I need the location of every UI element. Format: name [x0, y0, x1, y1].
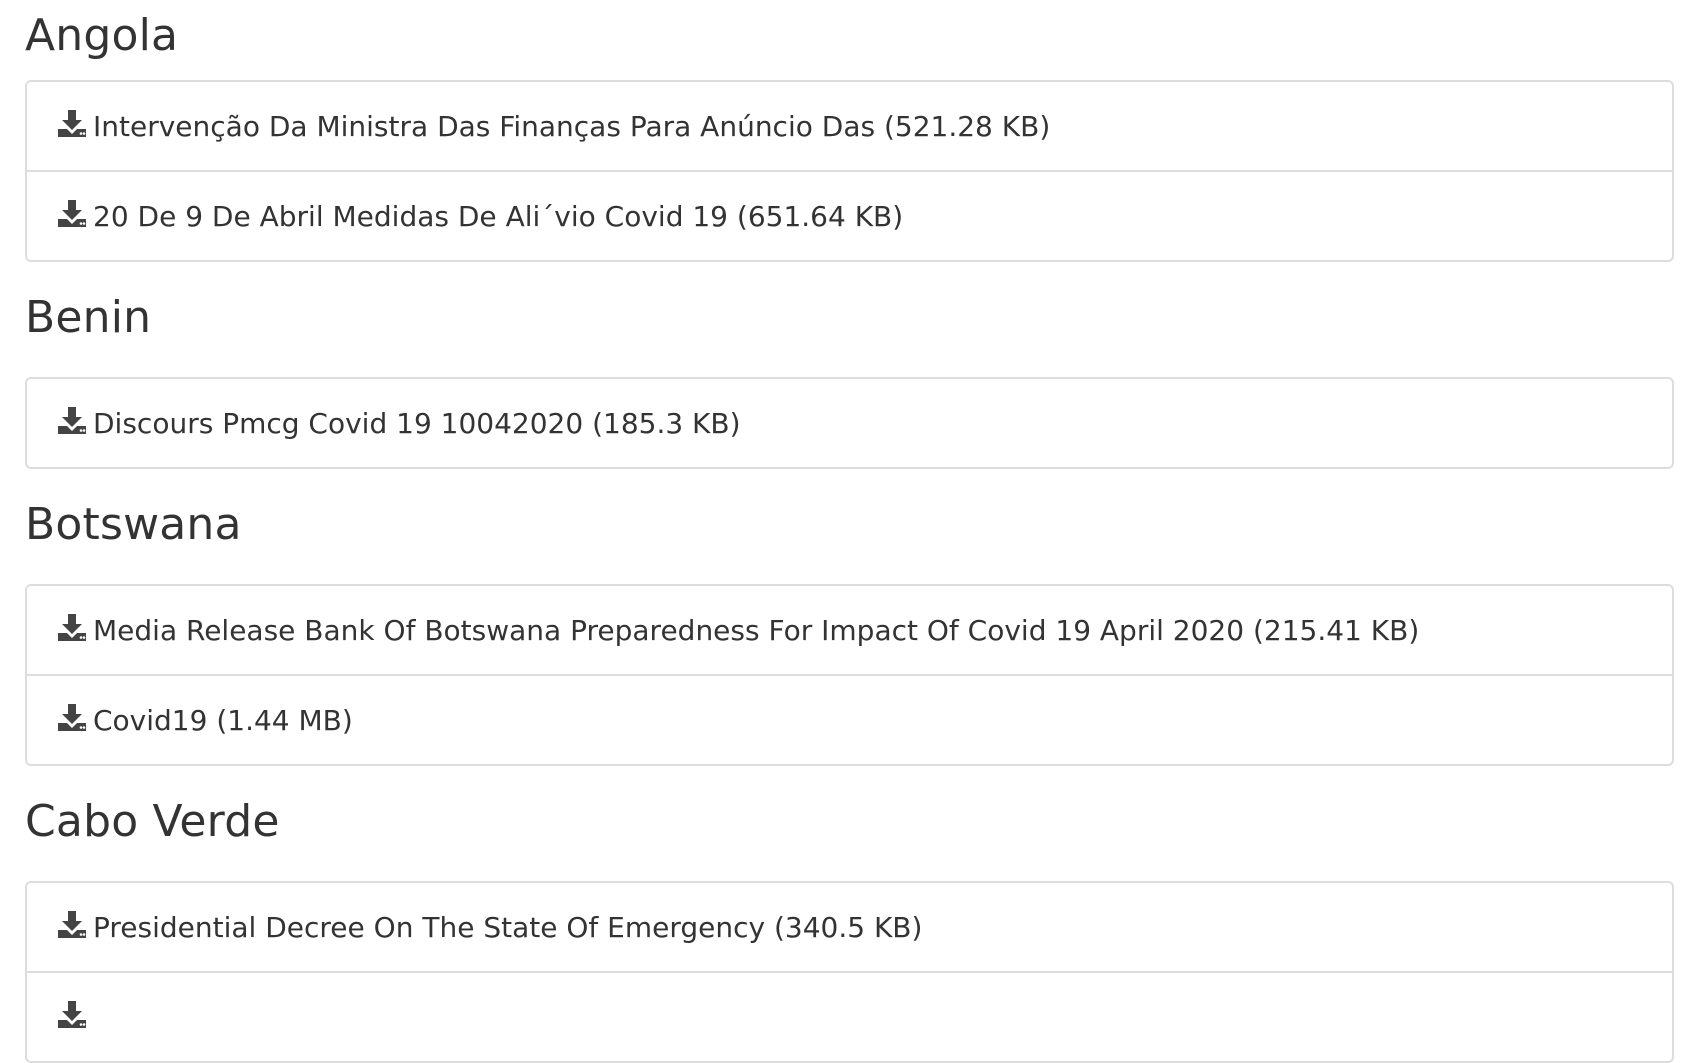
file-link[interactable]: Media Release Bank Of Botswana Preparedn…: [27, 586, 1672, 674]
file-link[interactable]: 20 De 9 De Abril Medidas De Ali´vio Covi…: [27, 170, 1672, 260]
country-heading-botswana: Botswana: [25, 499, 242, 550]
country-document-list: Angola Intervenção Da Ministra Das Finan…: [25, 0, 1674, 1063]
file-link[interactable]: Covid19 (1.44 MB): [27, 674, 1672, 764]
download-icon: [58, 200, 86, 227]
file-label: 20 De 9 De Abril Medidas De Ali´vio Covi…: [93, 199, 904, 233]
download-icon: [58, 911, 86, 938]
file-link[interactable]: Intervenção Da Ministra Das Finanças Par…: [27, 82, 1672, 170]
file-label: Discours Pmcg Covid 19 10042020 (185.3 K…: [93, 406, 741, 440]
file-list-botswana: Media Release Bank Of Botswana Preparedn…: [25, 584, 1674, 766]
country-heading-cabo-verde: Cabo Verde: [25, 796, 280, 847]
download-icon: [58, 614, 86, 641]
download-icon: [58, 704, 86, 731]
file-label: Covid19 (1.44 MB): [93, 703, 353, 737]
download-icon: [58, 110, 86, 137]
download-icon: [58, 407, 86, 434]
file-link[interactable]: [27, 971, 1672, 1061]
file-list-angola: Intervenção Da Ministra Das Finanças Par…: [25, 80, 1674, 262]
country-heading-angola: Angola: [25, 10, 179, 61]
file-list-benin: Discours Pmcg Covid 19 10042020 (185.3 K…: [25, 377, 1674, 469]
file-label: Intervenção Da Ministra Das Finanças Par…: [93, 109, 1051, 143]
file-link[interactable]: Presidential Decree On The State Of Emer…: [27, 883, 1672, 971]
file-label: Media Release Bank Of Botswana Preparedn…: [93, 613, 1420, 647]
country-heading-benin: Benin: [25, 292, 152, 343]
file-label: Presidential Decree On The State Of Emer…: [93, 910, 923, 944]
file-link[interactable]: Discours Pmcg Covid 19 10042020 (185.3 K…: [27, 379, 1672, 467]
file-list-cabo-verde: Presidential Decree On The State Of Emer…: [25, 881, 1674, 1063]
